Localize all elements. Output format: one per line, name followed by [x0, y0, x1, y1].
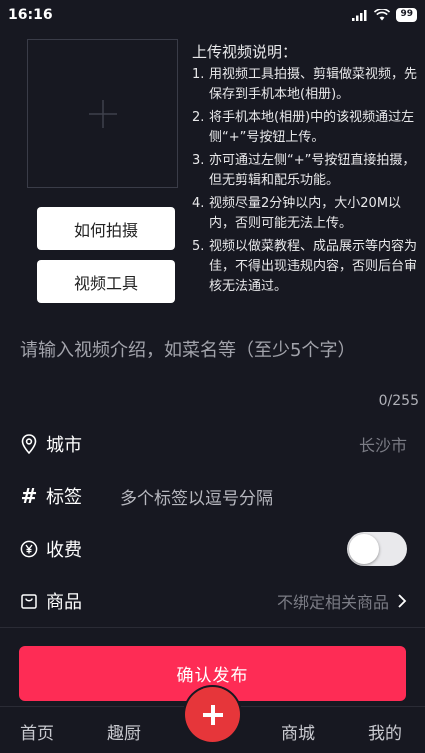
toggle-knob: [349, 534, 379, 564]
tab-mall[interactable]: 商城: [281, 719, 315, 744]
tags-input[interactable]: 多个标签以逗号分隔: [120, 484, 273, 509]
shopping-bag-icon: [18, 593, 40, 609]
instruction-item: 3. 亦可通过左侧“+”号按钮直接拍摄，但无剪辑和配乐功能。: [192, 153, 416, 188]
plus-icon: [88, 99, 117, 128]
how-to-shoot-button[interactable]: 如何拍摄: [37, 207, 175, 250]
video-tool-button[interactable]: 视频工具: [37, 260, 175, 303]
charge-row: 收费: [0, 523, 425, 575]
goods-value-text: 不绑定相关商品: [276, 593, 389, 612]
video-description-input[interactable]: 请输入视频介绍，如菜名等（至少5个字）: [20, 336, 410, 362]
instructions-list: 1. 用视频工具拍摄、剪辑做菜视频，先保存到手机本地(相册)。 2. 将手机本地(相…: [192, 65, 418, 297]
instruction-item: 4. 视频尽量2分钟以内，大小20M以内，否则可能无法上传。: [192, 196, 402, 231]
instructions-title: 上传视频说明：: [192, 43, 298, 61]
city-label: 城市: [46, 435, 82, 456]
status-icons: 99: [352, 8, 417, 22]
signal-icon: [352, 10, 367, 21]
goods-label: 商品: [46, 592, 82, 613]
goods-row[interactable]: 商品 不绑定相关商品: [0, 575, 425, 627]
tags-row[interactable]: # 标签 多个标签以逗号分隔: [0, 470, 425, 522]
yen-icon: [18, 540, 40, 558]
city-value: 长沙市: [358, 436, 407, 455]
instruction-item: 1. 用视频工具拍摄、剪辑做菜视频，先保存到手机本地(相册)。: [192, 67, 418, 102]
charge-label: 收费: [46, 540, 82, 561]
character-counter: 0/255: [378, 393, 419, 409]
status-bar: 16:16 99: [0, 0, 425, 30]
status-time: 16:16: [8, 7, 53, 23]
battery-indicator: 99: [396, 8, 417, 22]
add-video-fab[interactable]: [185, 687, 240, 742]
tags-label: 标签: [46, 487, 82, 508]
video-upload-area[interactable]: [27, 39, 178, 188]
wifi-icon: [374, 9, 391, 21]
divider: [0, 627, 425, 628]
city-row[interactable]: 城市 长沙市: [0, 418, 425, 470]
upload-instructions: 上传视频说明： 1. 用视频工具拍摄、剪辑做菜视频，先保存到手机本地(相册)。 2…: [192, 42, 418, 300]
chevron-right-icon: [398, 594, 407, 608]
goods-value: 不绑定相关商品: [277, 589, 407, 613]
charge-toggle[interactable]: [347, 532, 407, 566]
tab-home[interactable]: 首页: [20, 719, 54, 744]
location-pin-icon: [18, 434, 40, 454]
hashtag-icon: #: [20, 484, 38, 508]
tab-kitchen[interactable]: 趣厨: [107, 719, 141, 744]
instruction-item: 5. 视频以做菜教程、成品展示等内容为佳，不得出现违规内容，否则后台审核无法通过。: [192, 239, 418, 294]
instruction-item: 2. 将手机本地(相册)中的该视频通过左侧“+”号按钮上传。: [192, 110, 415, 145]
tab-mine[interactable]: 我的: [368, 719, 402, 744]
plus-icon: [202, 704, 223, 725]
